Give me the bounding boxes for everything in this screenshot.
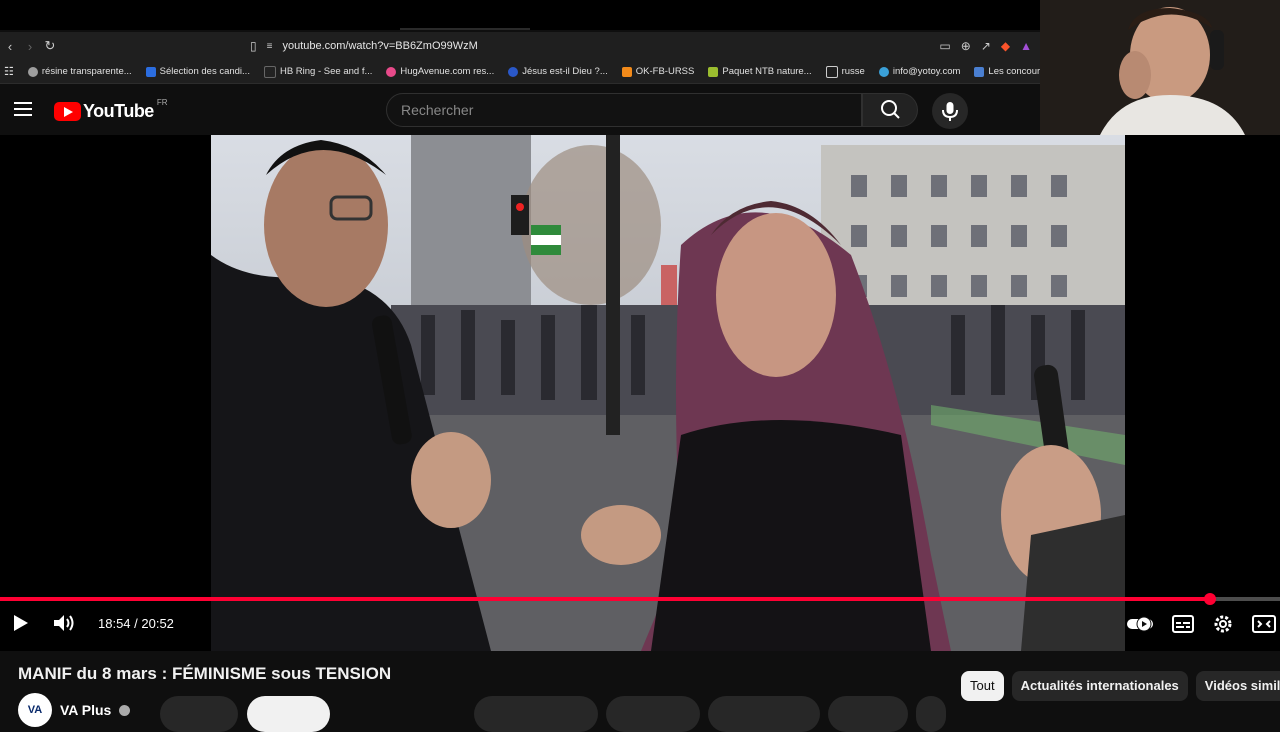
bookmark-item[interactable]: Paquet NTB nature... bbox=[708, 66, 812, 77]
bookmark-item[interactable]: HB Ring - See and f... bbox=[263, 65, 372, 78]
bookmark-item[interactable]: résine transparente... bbox=[27, 66, 132, 77]
controls-left: 18:54 / 20:52 bbox=[10, 613, 174, 633]
browser-tab-strip bbox=[0, 0, 1040, 30]
play-icon[interactable] bbox=[10, 613, 30, 633]
zoom-icon[interactable]: ⊕ bbox=[961, 39, 971, 53]
youtube-logo[interactable]: YouTube FR bbox=[54, 98, 168, 122]
site-favicon-icon bbox=[621, 66, 632, 77]
apps-grid-icon[interactable]: ☷ bbox=[4, 65, 14, 78]
youtube-header: YouTube FR bbox=[0, 85, 1040, 135]
video-title: MANIF du 8 mars : FÉMINISME sous TENSION bbox=[18, 664, 392, 683]
thanks-button[interactable] bbox=[828, 696, 908, 732]
brave-rewards-icon[interactable]: ▲ bbox=[1020, 39, 1032, 53]
chip-international-news[interactable]: Actualités internationales bbox=[1011, 671, 1188, 701]
folder-icon bbox=[825, 65, 838, 78]
bookmark-item[interactable]: Jésus est-il Dieu ?... bbox=[508, 66, 608, 77]
channel-info[interactable]: VA VA Plus bbox=[18, 693, 131, 727]
subscribe-button[interactable] bbox=[247, 696, 330, 732]
join-button[interactable] bbox=[160, 696, 238, 732]
site-favicon-icon bbox=[974, 66, 985, 77]
site-favicon-icon bbox=[263, 65, 276, 78]
search-button[interactable] bbox=[862, 93, 918, 127]
cast-icon[interactable]: ▭ bbox=[939, 39, 950, 53]
site-favicon-icon bbox=[386, 66, 397, 77]
related-chips: Tout Actualités internationales Vidéos s… bbox=[961, 671, 1280, 701]
video-details: MANIF du 8 mars : FÉMINISME sous TENSION… bbox=[0, 651, 1280, 732]
video-scene-image bbox=[211, 135, 1125, 651]
bookmark-item[interactable]: Sélection des candi... bbox=[145, 66, 250, 77]
verified-badge-icon bbox=[119, 704, 131, 716]
webcam-overlay bbox=[1040, 0, 1280, 135]
share-button[interactable] bbox=[606, 696, 700, 732]
more-actions-button[interactable] bbox=[916, 696, 946, 732]
bookmark-item[interactable]: OK-FB-URSS bbox=[621, 66, 694, 77]
video-frame bbox=[211, 135, 1125, 651]
bookmarks-bar: ☷ résine transparente... Sélection des c… bbox=[0, 60, 1040, 84]
controls-right bbox=[1126, 613, 1276, 635]
voice-search-button[interactable] bbox=[932, 93, 968, 129]
channel-name[interactable]: VA Plus bbox=[60, 702, 111, 718]
webcam-person-image bbox=[1040, 0, 1280, 135]
tab-indicator bbox=[400, 28, 530, 30]
save-button[interactable] bbox=[708, 696, 820, 732]
search-icon bbox=[881, 100, 900, 119]
forward-icon[interactable]: › bbox=[20, 39, 40, 54]
youtube-play-logo-icon bbox=[54, 102, 81, 121]
browser-toolbar: ‹ › ↻ ▯ ≡ youtube.com/watch?v=BB6ZmO99Wz… bbox=[0, 32, 1040, 60]
bookmark-item[interactable]: Les concours d'aute... bbox=[974, 66, 1040, 77]
country-code: FR bbox=[156, 98, 168, 107]
logo-wordmark: YouTube bbox=[83, 101, 154, 121]
microphone-icon bbox=[942, 102, 958, 121]
reload-icon[interactable]: ↻ bbox=[40, 38, 60, 54]
chip-similar-videos[interactable]: Vidéos simila bbox=[1195, 671, 1280, 701]
like-dislike-button[interactable] bbox=[474, 696, 598, 732]
time-display: 18:54 / 20:52 bbox=[98, 615, 174, 631]
chip-all[interactable]: Tout bbox=[961, 671, 1004, 701]
address-bar[interactable]: youtube.com/watch?v=BB6ZmO99WzM bbox=[282, 40, 477, 52]
bookmark-icon[interactable]: ▯ bbox=[250, 39, 257, 53]
site-favicon-icon bbox=[708, 66, 719, 77]
site-favicon-icon bbox=[878, 66, 889, 77]
progress-bar[interactable] bbox=[0, 593, 1280, 605]
site-favicon-icon bbox=[145, 66, 156, 77]
search-input[interactable] bbox=[387, 94, 855, 126]
back-icon[interactable]: ‹ bbox=[0, 39, 20, 54]
menu-icon[interactable] bbox=[14, 102, 32, 116]
progress-scrubber[interactable] bbox=[1204, 593, 1217, 605]
brave-shield-icon[interactable]: ◆ bbox=[1001, 39, 1010, 53]
autoplay-toggle-icon[interactable] bbox=[1126, 616, 1154, 632]
site-favicon-icon bbox=[508, 66, 519, 77]
bookmark-folder[interactable]: russe bbox=[825, 65, 865, 78]
bookmark-item[interactable]: HugAvenue.com res... bbox=[386, 66, 494, 77]
channel-avatar[interactable]: VA bbox=[18, 693, 52, 727]
search-box bbox=[386, 93, 862, 127]
site-info-icon[interactable]: ≡ bbox=[267, 41, 273, 52]
share-icon[interactable]: ↗ bbox=[981, 39, 991, 53]
bookmark-item[interactable]: info@yotoy.com bbox=[878, 66, 960, 77]
settings-gear-icon[interactable] bbox=[1212, 613, 1234, 635]
subtitles-icon[interactable] bbox=[1172, 615, 1194, 633]
site-favicon-icon bbox=[27, 66, 38, 77]
video-player[interactable]: 18:54 / 20:52 bbox=[0, 135, 1280, 651]
theater-mode-icon[interactable] bbox=[1252, 615, 1276, 633]
volume-icon[interactable] bbox=[52, 613, 76, 633]
progress-fill bbox=[0, 597, 1211, 601]
